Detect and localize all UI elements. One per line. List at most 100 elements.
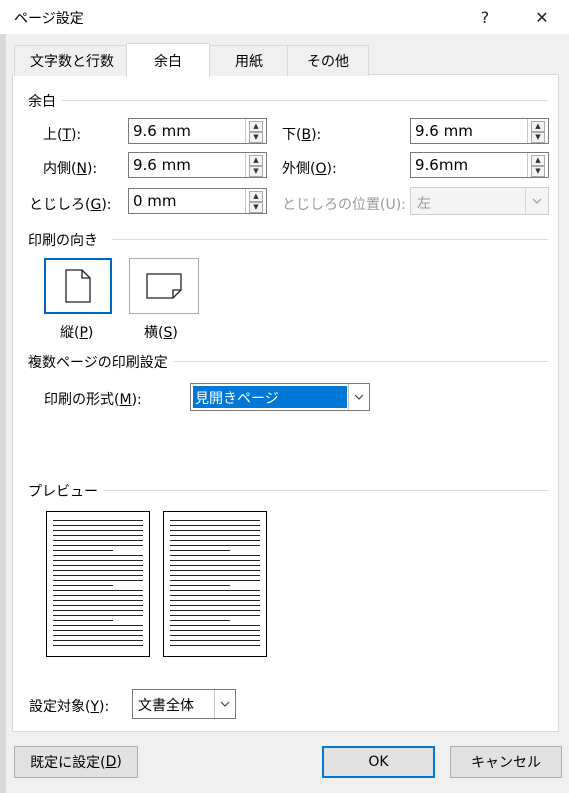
top-margin-value: 9.6 mm	[133, 122, 191, 140]
gutter-spinner[interactable]: 0 mm ▲ ▼	[128, 188, 267, 214]
preview-text-line	[170, 565, 260, 566]
tab-other[interactable]: その他	[287, 45, 369, 76]
preview-text-line	[170, 520, 260, 521]
preview-text-line	[53, 560, 143, 561]
inside-margin-spinner[interactable]: 9.6 mm ▲ ▼	[128, 152, 267, 178]
preview-text-line	[53, 550, 113, 551]
preview-page-right	[163, 511, 267, 657]
preview-text-line	[170, 545, 260, 546]
preview-text-line	[53, 625, 143, 626]
preview-text-line	[53, 600, 143, 601]
multiple-pages-select[interactable]: 見開きページ	[190, 383, 370, 411]
preview-text-line	[53, 525, 143, 526]
preview-text-line	[53, 580, 143, 581]
spin-down-icon[interactable]: ▼	[531, 132, 545, 143]
preview-text-line	[170, 555, 260, 556]
spin-down-icon[interactable]: ▼	[249, 166, 263, 177]
tab-label: その他	[307, 54, 349, 70]
outside-margin-spinner[interactable]: 9.6mm ▲ ▼	[410, 152, 549, 178]
preview-text-line	[53, 610, 143, 611]
section-divider	[170, 361, 548, 362]
apply-to-label: 設定対象(Y):	[29, 699, 110, 715]
set-as-default-button[interactable]: 既定に設定(D)	[14, 746, 138, 778]
ok-label: OK	[368, 754, 389, 770]
preview-text-line	[53, 535, 143, 536]
spin-down-icon[interactable]: ▼	[249, 202, 263, 213]
help-icon: ?	[480, 7, 490, 27]
tab-label: 用紙	[235, 54, 263, 70]
preview-text-line	[53, 630, 143, 631]
section-divider	[88, 490, 548, 491]
spin-up-icon[interactable]: ▲	[249, 191, 263, 202]
preview-text-line	[53, 530, 143, 531]
preview-text-line	[170, 530, 260, 531]
preview-text-line	[53, 555, 143, 556]
preview-text-line	[53, 520, 143, 521]
outside-margin-label: 外側(O):	[282, 161, 337, 177]
inside-margin-label: 内側(N):	[43, 161, 98, 177]
preview-text-line	[170, 630, 260, 631]
ok-button[interactable]: OK	[322, 746, 435, 778]
close-button[interactable]: ✕	[519, 0, 565, 34]
multiple-pages-label: 印刷の形式(M):	[44, 392, 142, 408]
spin-up-icon[interactable]: ▲	[531, 121, 545, 132]
spin-up-icon[interactable]: ▲	[249, 121, 263, 132]
preview-text-line	[170, 635, 260, 636]
preview-text-line	[170, 540, 260, 541]
tab-label: 文字数と行数	[30, 54, 114, 70]
tab-paper[interactable]: 用紙	[208, 45, 290, 76]
tab-characters-lines[interactable]: 文字数と行数	[14, 45, 130, 76]
cancel-button[interactable]: キャンセル	[450, 746, 562, 778]
preview-text-line	[170, 620, 230, 621]
top-margin-label: 上(T):	[43, 127, 82, 143]
preview-text-line	[170, 645, 260, 646]
gutter-label: とじしろ(G):	[29, 197, 112, 213]
gutter-position-label: とじしろの位置(U):	[282, 197, 406, 213]
top-margin-spinner[interactable]: 9.6 mm ▲ ▼	[128, 118, 267, 144]
preview-text-line	[170, 575, 260, 576]
inside-margin-value: 9.6 mm	[133, 156, 191, 174]
portrait-label: 縦(P)	[60, 325, 94, 341]
preview-text-line	[170, 600, 260, 601]
preview-text-line	[170, 640, 260, 641]
chevron-down-icon	[525, 188, 548, 214]
preview-text-line	[53, 595, 143, 596]
section-divider	[112, 239, 548, 240]
preview-text-line	[53, 605, 143, 606]
spin-up-icon[interactable]: ▲	[249, 155, 263, 166]
chevron-down-icon[interactable]	[214, 690, 235, 718]
preview-text-line	[53, 590, 143, 591]
spin-down-icon[interactable]: ▼	[531, 166, 545, 177]
preview-text-line	[53, 540, 143, 541]
preview-text-line	[53, 645, 143, 646]
spin-down-icon[interactable]: ▼	[249, 132, 263, 143]
preview-section-title: プレビュー	[28, 481, 104, 501]
tab-margins[interactable]: 余白	[126, 43, 210, 77]
preview-text-line	[53, 570, 143, 571]
tab-label: 余白	[154, 53, 182, 70]
preview-text-line	[53, 640, 143, 641]
preview-text-line	[53, 585, 113, 586]
preview-text-line	[53, 565, 143, 566]
preview-text-line	[170, 525, 260, 526]
cancel-label: キャンセル	[471, 755, 541, 771]
bottom-margin-spinner[interactable]: 9.6 mm ▲ ▼	[410, 118, 549, 144]
preview-text-line	[170, 580, 260, 581]
help-button[interactable]: ?	[462, 0, 508, 34]
gutter-position-select: 左	[410, 187, 549, 215]
preview-text-line	[170, 550, 230, 551]
pages-section-title: 複数ページの印刷設定	[28, 352, 174, 372]
spin-up-icon[interactable]: ▲	[531, 155, 545, 166]
preview-text-line	[170, 605, 260, 606]
apply-to-select[interactable]: 文書全体	[132, 689, 236, 719]
landscape-button[interactable]	[129, 258, 199, 314]
margins-section-title: 余白	[28, 91, 62, 111]
gutter-position-value: 左	[417, 196, 431, 212]
chevron-down-icon[interactable]	[348, 384, 369, 410]
preview-text-line	[170, 535, 260, 536]
landscape-page-icon	[146, 273, 182, 299]
window-title: ページ設定	[14, 11, 84, 27]
preview-text-line	[170, 590, 260, 591]
portrait-button[interactable]	[44, 258, 112, 314]
preview-text-line	[170, 585, 230, 586]
